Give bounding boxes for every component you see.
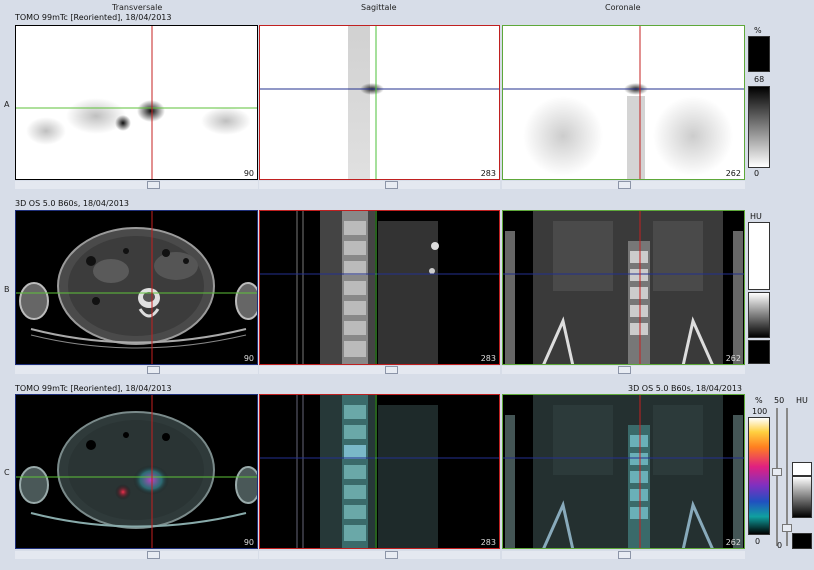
scale-c-pct-unit: % bbox=[755, 396, 763, 405]
nm-coronal-image bbox=[503, 26, 744, 179]
slice-number: 262 bbox=[725, 354, 741, 363]
scale-c-hu-gradient[interactable] bbox=[792, 476, 812, 518]
fusion-sagittal-panel[interactable]: 283 bbox=[259, 394, 500, 549]
scale-a-unit: % bbox=[754, 26, 762, 35]
slice-number: 90 bbox=[243, 169, 254, 178]
scroll-thumb[interactable] bbox=[618, 551, 631, 559]
row-label-c: C bbox=[4, 468, 10, 477]
scroll-thumb[interactable] bbox=[385, 551, 398, 559]
scroll-thumb[interactable] bbox=[147, 181, 160, 189]
scrollbar-coronal-c[interactable] bbox=[502, 551, 745, 559]
ct-sagittal-image bbox=[260, 211, 499, 364]
fusion-coronal-panel[interactable]: 262 bbox=[502, 394, 745, 549]
slice-number: 90 bbox=[243, 354, 254, 363]
scroll-thumb[interactable] bbox=[147, 551, 160, 559]
fusion-transversal-image bbox=[16, 395, 257, 548]
series-label-a: TOMO 99mTc [Reoriented], 18/04/2013 bbox=[15, 13, 172, 22]
scale-c-hu-min: 0 bbox=[777, 541, 783, 550]
header-coronale: Coronale bbox=[605, 3, 641, 12]
scroll-thumb[interactable] bbox=[618, 366, 631, 374]
slice-number: 283 bbox=[480, 538, 496, 547]
scrollbar-transversal-c[interactable] bbox=[15, 551, 258, 559]
scrollbar-sagittal-b[interactable] bbox=[259, 366, 500, 374]
series-label-c-right: 3D OS 5.0 B60s, 18/04/2013 bbox=[628, 384, 743, 393]
ct-sagittal-panel[interactable]: 283 bbox=[259, 210, 500, 365]
blend-slider-thumb[interactable] bbox=[772, 468, 782, 476]
slice-number: 262 bbox=[725, 169, 741, 178]
scale-b-upper bbox=[748, 222, 770, 290]
blend-slider-track[interactable] bbox=[776, 408, 778, 546]
nm-transversal-panel[interactable]: 90 bbox=[15, 25, 258, 180]
slice-number: 90 bbox=[243, 538, 254, 547]
scale-c-hu-unit: HU bbox=[796, 396, 808, 405]
nm-transversal-image bbox=[16, 26, 257, 179]
row-label-b: B bbox=[4, 285, 10, 294]
slice-number: 262 bbox=[725, 538, 741, 547]
scrollbar-coronal-b[interactable] bbox=[502, 366, 745, 374]
series-label-b: 3D OS 5.0 B60s, 18/04/2013 bbox=[15, 199, 130, 208]
header-transversale: Transversale bbox=[112, 3, 163, 12]
scrollbar-sagittal-c[interactable] bbox=[259, 551, 500, 559]
slice-number: 283 bbox=[480, 169, 496, 178]
ct-coronal-panel[interactable]: 262 bbox=[502, 210, 745, 365]
scale-c-hu-upper bbox=[792, 462, 812, 476]
scale-b-gradient[interactable] bbox=[748, 292, 770, 338]
blend-slider-thumb-2[interactable] bbox=[782, 524, 792, 532]
scale-a-gradient[interactable] bbox=[748, 86, 770, 168]
ct-transversal-image bbox=[16, 211, 257, 364]
fusion-transversal-panel[interactable]: 90 bbox=[15, 394, 258, 549]
nm-sagittal-image bbox=[260, 26, 499, 179]
scrollbar-transversal-b[interactable] bbox=[15, 366, 258, 374]
scale-c-hu-lower bbox=[792, 533, 812, 549]
scale-c-pct-min: 0 bbox=[755, 537, 761, 546]
scrollbar-coronal-a[interactable] bbox=[502, 181, 745, 189]
nm-coronal-panel[interactable]: 262 bbox=[502, 25, 745, 180]
scroll-thumb[interactable] bbox=[147, 366, 160, 374]
scale-c-pct-max: 100 bbox=[752, 407, 768, 416]
nm-sagittal-panel[interactable]: 283 bbox=[259, 25, 500, 180]
header-sagittale: Sagittale bbox=[361, 3, 397, 12]
fusion-sagittal-image bbox=[260, 395, 499, 548]
scale-b-unit: HU bbox=[750, 212, 762, 221]
scale-c-colormap[interactable] bbox=[748, 417, 770, 535]
slice-number: 283 bbox=[480, 354, 496, 363]
scroll-thumb[interactable] bbox=[385, 181, 398, 189]
series-label-c-left: TOMO 99mTc [Reoriented], 18/04/2013 bbox=[15, 384, 172, 393]
scale-a-min: 0 bbox=[754, 169, 760, 178]
scale-a-upper bbox=[748, 36, 770, 72]
scrollbar-transversal-a[interactable] bbox=[15, 181, 258, 189]
scrollbar-sagittal-a[interactable] bbox=[259, 181, 500, 189]
scale-b-lower bbox=[748, 340, 770, 364]
scale-c-mid-value: 50 bbox=[774, 396, 785, 405]
fusion-coronal-image bbox=[503, 395, 744, 548]
ct-transversal-panel[interactable]: 90 bbox=[15, 210, 258, 365]
ct-coronal-image bbox=[503, 211, 744, 364]
row-label-a: A bbox=[4, 100, 10, 109]
scroll-thumb[interactable] bbox=[618, 181, 631, 189]
scroll-thumb[interactable] bbox=[385, 366, 398, 374]
scale-a-value: 68 bbox=[754, 75, 765, 84]
